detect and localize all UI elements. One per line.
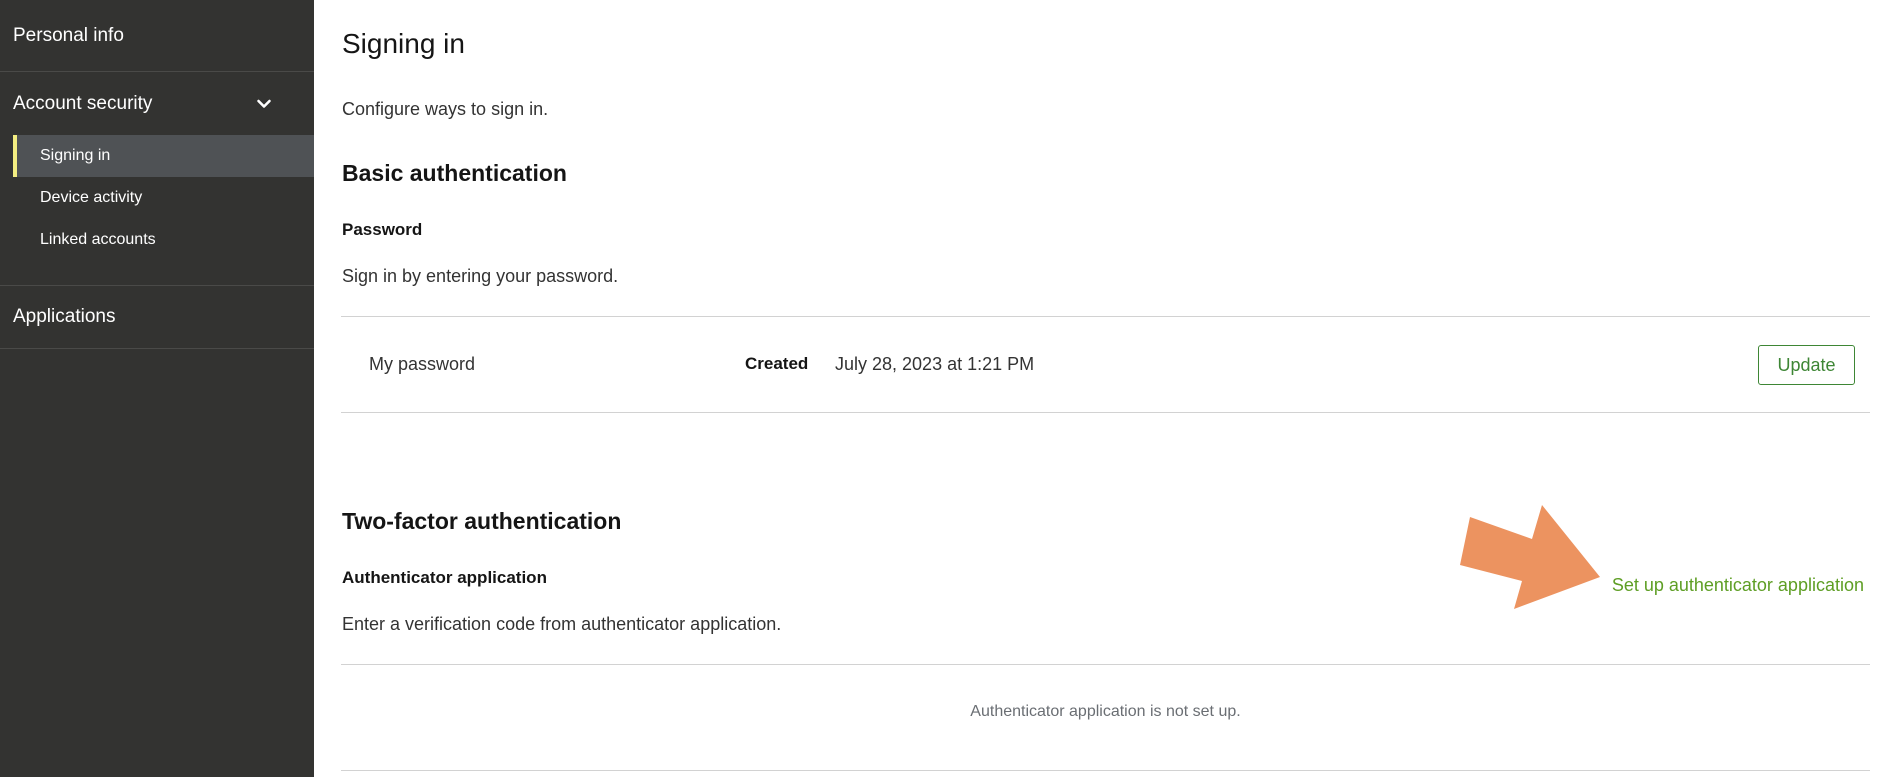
password-name: My password [369, 354, 476, 374]
empty-state-message: Authenticator application is not set up. [970, 703, 1241, 720]
basic-auth-title: Basic authentication [342, 160, 567, 186]
sidebar-item-device-activity[interactable]: Device activity [13, 177, 314, 219]
page-description: Configure ways to sign in. [342, 99, 549, 119]
password-description: Sign in by entering your password. [342, 266, 619, 286]
sidebar: Personal info Account security Signing i… [0, 0, 314, 777]
arrow-right-icon [1460, 505, 1600, 609]
created-value: July 28, 2023 at 1:21 PM [835, 354, 1035, 374]
sidebar-item-applications[interactable]: Applications [0, 286, 314, 348]
authenticator-title: Authenticator application [342, 568, 547, 587]
setup-authenticator-link[interactable]: Set up authenticator application [1612, 575, 1864, 596]
sidebar-item-label: Device activity [40, 189, 143, 206]
update-password-button[interactable]: Update [1758, 345, 1855, 385]
sidebar-item-personal-info[interactable]: Personal info [0, 0, 314, 71]
divider [341, 664, 1870, 665]
sidebar-item-linked-accounts[interactable]: Linked accounts [13, 219, 314, 261]
sidebar-item-label: Applications [13, 306, 116, 327]
nav-section-personal: Personal info [0, 0, 314, 72]
page-title: Signing in [342, 28, 465, 59]
sidebar-item-label: Signing in [40, 147, 111, 164]
chevron-down-icon[interactable] [253, 93, 275, 115]
created-label: Created [745, 354, 809, 373]
main-content: Signing in Configure ways to sign in. Ba… [314, 0, 1894, 777]
two-factor-title: Two-factor authentication [342, 508, 622, 534]
account-security-subnav: Signing in Device activity Linked accoun… [0, 135, 314, 285]
password-title: Password [342, 220, 423, 239]
sidebar-item-label: Linked accounts [40, 231, 156, 248]
nav-section-applications: Applications [0, 286, 314, 349]
divider [341, 412, 1870, 413]
divider [341, 770, 1870, 771]
sidebar-item-label: Account security [13, 92, 153, 114]
divider [341, 316, 1870, 317]
nav-section-account-security: Account security Signing in Device activ… [0, 72, 314, 286]
sidebar-item-label: Personal info [13, 24, 124, 46]
sidebar-item-account-security[interactable]: Account security [0, 72, 314, 135]
authenticator-description: Enter a verification code from authentic… [342, 614, 782, 634]
sidebar-item-signing-in[interactable]: Signing in [13, 135, 314, 177]
